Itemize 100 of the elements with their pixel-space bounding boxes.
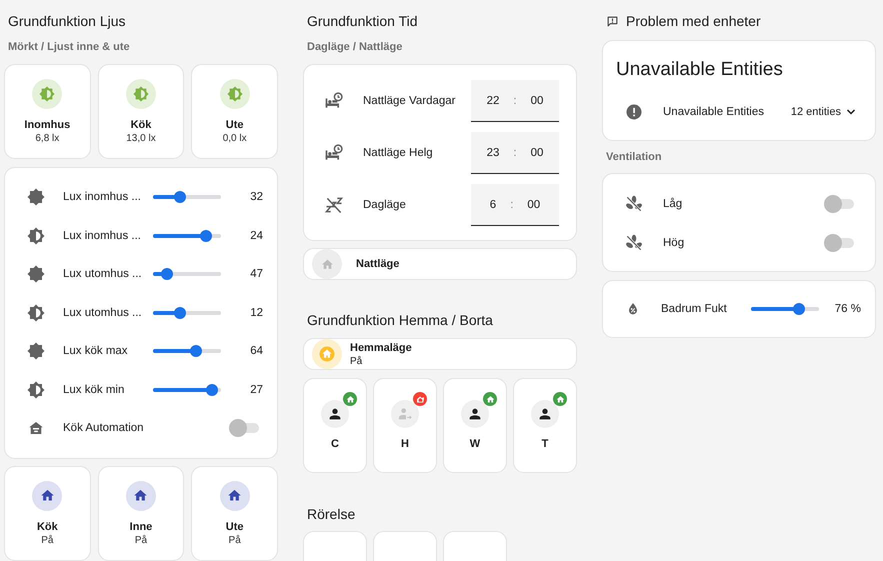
row-label: Kök Automation [63, 422, 145, 434]
person-tile[interactable]: T [513, 378, 577, 473]
time-field[interactable]: 6 : 00 [471, 184, 559, 226]
tile-name: Inne [130, 520, 152, 532]
tile-name: Ute [226, 520, 244, 532]
entity-name: Hemmaläge [350, 342, 412, 354]
brightness-icon [27, 380, 45, 399]
row-label: Lux inomhus ... [63, 191, 142, 204]
row-label: Nattläge Vardagar [363, 95, 456, 107]
mode-card[interactable]: Nattläge [303, 248, 577, 280]
row-label: Lux utomhus ... [63, 306, 143, 319]
tile-value: 6,8 lx [35, 133, 60, 144]
slider-value: 27 [249, 384, 263, 396]
house-icon [320, 258, 334, 270]
mode-tile[interactable]: Ute På [191, 466, 278, 560]
slider-value: 64 [249, 345, 263, 358]
slider[interactable] [751, 302, 819, 316]
person-tile[interactable]: W [443, 378, 507, 473]
row-label: Badrum Fukt [661, 303, 728, 315]
tile-value: 13,0 lx [126, 133, 156, 144]
brightness-icon [226, 86, 243, 102]
brightness-icon [27, 188, 45, 206]
sleep-off-icon [324, 195, 344, 215]
person-icon [537, 406, 553, 422]
house-icon [40, 488, 55, 503]
slider-handle[interactable] [161, 268, 174, 280]
slider-handle[interactable] [174, 191, 186, 204]
tile-state: På [228, 534, 241, 546]
section-title: Rörelse [306, 505, 356, 523]
row-label: Lux kök max [63, 345, 129, 358]
time-field[interactable]: 22 : 00 [471, 80, 559, 122]
alert-circle-icon [625, 103, 643, 121]
comment-alert-icon [606, 14, 619, 28]
section-title: Grundfunktion Hemma / Borta [306, 311, 494, 329]
toggle-switch[interactable] [824, 194, 854, 212]
slider-handle[interactable] [200, 230, 212, 242]
brightness-icon [27, 265, 45, 284]
row-label: Lux inomhus ... [63, 230, 142, 242]
toggle-switch[interactable] [229, 419, 259, 438]
sensor-tile[interactable]: Inomhus 6,8 lx [4, 64, 91, 159]
slider[interactable] [153, 190, 221, 204]
slider[interactable] [153, 267, 221, 282]
house-icon [227, 488, 242, 503]
slider-value: 76 % [834, 303, 861, 315]
slider-handle[interactable] [206, 384, 218, 396]
slider-handle[interactable] [190, 345, 202, 358]
toggle-switch[interactable] [824, 234, 854, 252]
row-label: Nattläge Helg [363, 147, 434, 159]
tile-name: Kök [36, 520, 58, 532]
brightness-icon [27, 342, 45, 360]
card-title: Unavailable Entities [615, 58, 784, 82]
section-title: Grundfunktion Ljus [7, 12, 127, 30]
brightness-icon [39, 86, 56, 102]
person-walking-icon [397, 406, 413, 422]
time-field[interactable]: 23 : 00 [471, 132, 559, 174]
row-label: Dagläge [363, 199, 407, 211]
person-tile[interactable]: C [303, 378, 367, 473]
slider-value: 32 [249, 191, 263, 204]
section-title: Grundfunktion Tid [306, 12, 419, 30]
tile-name: Kök [130, 119, 152, 131]
row-label: Lux utomhus ... [63, 268, 143, 280]
slider[interactable] [153, 306, 221, 320]
entities-dropdown[interactable]: 12 entities [790, 106, 857, 118]
slider-value: 47 [249, 268, 263, 280]
person-tile[interactable]: H [373, 378, 437, 473]
person-name: C [331, 438, 339, 450]
row-label: Lux kök min [63, 384, 126, 396]
fan-off-icon [625, 234, 643, 252]
brightness-icon [27, 226, 45, 245]
brightness-icon [27, 304, 45, 322]
slider-value: 24 [249, 230, 263, 242]
home-circle-icon [318, 345, 336, 363]
section-subtitle: Dagläge / Nattläge [306, 40, 404, 54]
slider[interactable] [153, 228, 221, 243]
section-subtitle: Ventilation [605, 150, 663, 164]
slider[interactable] [153, 382, 221, 397]
person-name: H [401, 438, 409, 450]
sensor-tile[interactable]: Ute 0,0 lx [191, 64, 278, 159]
brightness-icon [132, 86, 149, 102]
slider-handle[interactable] [174, 306, 186, 319]
person-icon [467, 406, 483, 422]
row-label: Låg [663, 198, 684, 210]
tile-value: 0,0 lx [222, 133, 247, 144]
person-icon [327, 406, 343, 422]
entity-name: Nattläge [356, 258, 400, 270]
fan-off-icon [625, 194, 643, 212]
tile-state: På [134, 534, 148, 546]
mode-tile[interactable]: Inne På [98, 466, 184, 560]
slider[interactable] [153, 344, 221, 358]
entity-state: På [350, 356, 364, 366]
slider-handle[interactable] [793, 303, 806, 315]
section-title: Problem med enheter [626, 12, 761, 30]
mode-tile[interactable]: Kök På [4, 466, 91, 560]
row-label: Unavailable Entities [663, 106, 766, 118]
tile-name: Ute [226, 119, 244, 131]
mode-card[interactable]: Hemmaläge På [303, 338, 577, 370]
tile-name: Inomhus [24, 119, 70, 131]
sensor-tile[interactable]: Kök 13,0 lx [98, 64, 184, 159]
tile-state: På [41, 534, 54, 546]
person-name: T [542, 438, 548, 450]
